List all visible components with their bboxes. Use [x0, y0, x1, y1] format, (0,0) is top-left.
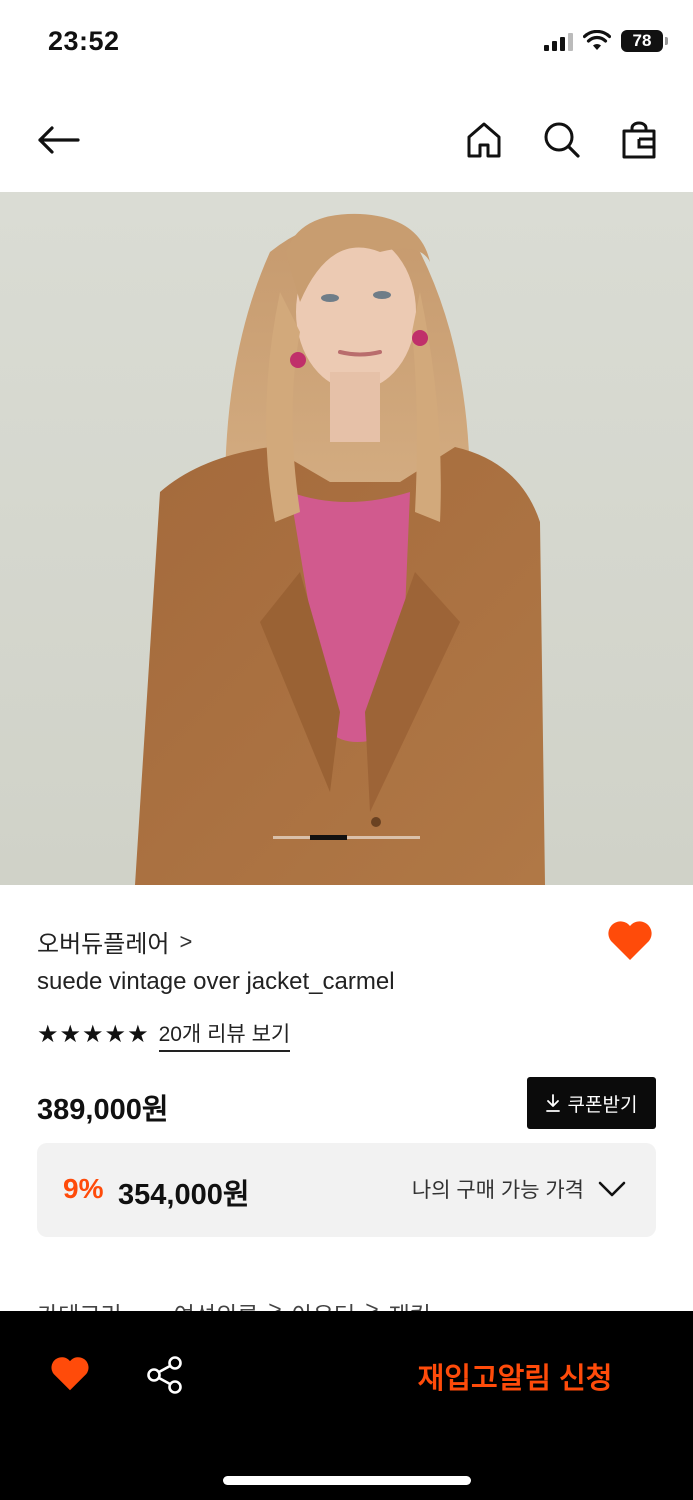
product-image[interactable] [0, 192, 693, 885]
home-icon [467, 122, 501, 158]
cellular-signal-icon [544, 31, 573, 51]
status-icons: 78 [544, 30, 668, 52]
discount-percent: 9% [63, 1173, 104, 1204]
back-button[interactable] [32, 114, 84, 166]
my-price-label: 나의 구매 가능 가격 [411, 1179, 584, 1202]
share-icon [147, 1356, 182, 1394]
chevron-down-icon [598, 1181, 626, 1197]
coupon-label: 쿠폰받기 [567, 1094, 638, 1116]
star-icon: ★ [59, 1021, 82, 1048]
original-price: 389,000원 [37, 1094, 169, 1126]
shopping-bag-icon [622, 121, 656, 159]
review-link[interactable]: 20개 리뷰 보기 [158, 1018, 291, 1052]
category-item[interactable]: 여성의류 [174, 1296, 259, 1312]
category-breadcrumb: 여성의류 > 아우터 > 재킷 [174, 1296, 431, 1312]
coupon-download-button[interactable]: 쿠폰받기 [527, 1077, 656, 1129]
chevron-right-icon: > [268, 1296, 282, 1312]
category-item[interactable]: 재킷 [389, 1296, 431, 1312]
cart-button[interactable] [613, 114, 665, 166]
discount-price: 354,000원 [118, 1179, 250, 1211]
share-button[interactable] [146, 1355, 184, 1395]
category-item[interactable]: 아우터 [292, 1296, 355, 1312]
star-rating: ★ ★ ★ ★ ★ [37, 1021, 149, 1049]
status-time: 23:52 [48, 26, 120, 56]
chevron-right-icon: > [179, 928, 193, 954]
home-button[interactable] [458, 114, 510, 166]
battery-icon: 78 [621, 30, 668, 52]
heart-icon [608, 921, 652, 960]
search-icon [544, 122, 580, 158]
product-name: suede vintage over jacket_carmel [37, 968, 395, 995]
star-icon: ★ [37, 1021, 59, 1048]
bottom-favorite-button[interactable] [50, 1356, 90, 1394]
category-row: 카테고리 여성의류 > 아우터 > 재킷 [37, 1296, 431, 1312]
brand-link[interactable]: 오버듀플레어 > [37, 924, 192, 959]
star-icon: ★ [127, 1021, 149, 1048]
bottom-action-bar [0, 1311, 693, 1500]
arrow-left-icon [38, 126, 80, 154]
discount-price-box: 9% 354,000원 나의 구매 가능 가격 [37, 1143, 656, 1237]
brand-name: 오버듀플레어 [37, 931, 170, 958]
download-icon [545, 1094, 560, 1112]
chevron-right-icon: > [365, 1296, 379, 1312]
category-label: 카테고리 [37, 1296, 122, 1312]
gallery-indicator-active [310, 835, 347, 840]
rating-row: ★ ★ ★ ★ ★ 20개 리뷰 보기 [37, 1018, 291, 1052]
star-icon: ★ [104, 1021, 127, 1048]
home-indicator[interactable] [223, 1476, 471, 1485]
top-navigation [0, 100, 693, 180]
restock-alert-button[interactable]: 재입고알림 신청 [400, 1354, 630, 1398]
favorite-button[interactable] [607, 920, 653, 966]
product-photo [0, 192, 693, 885]
wifi-icon [583, 30, 611, 50]
status-bar: 23:52 78 [0, 0, 693, 88]
my-price-toggle[interactable]: 나의 구매 가능 가격 [412, 1174, 626, 1204]
heart-icon [51, 1357, 89, 1391]
search-button[interactable] [536, 114, 588, 166]
star-icon: ★ [82, 1021, 104, 1048]
